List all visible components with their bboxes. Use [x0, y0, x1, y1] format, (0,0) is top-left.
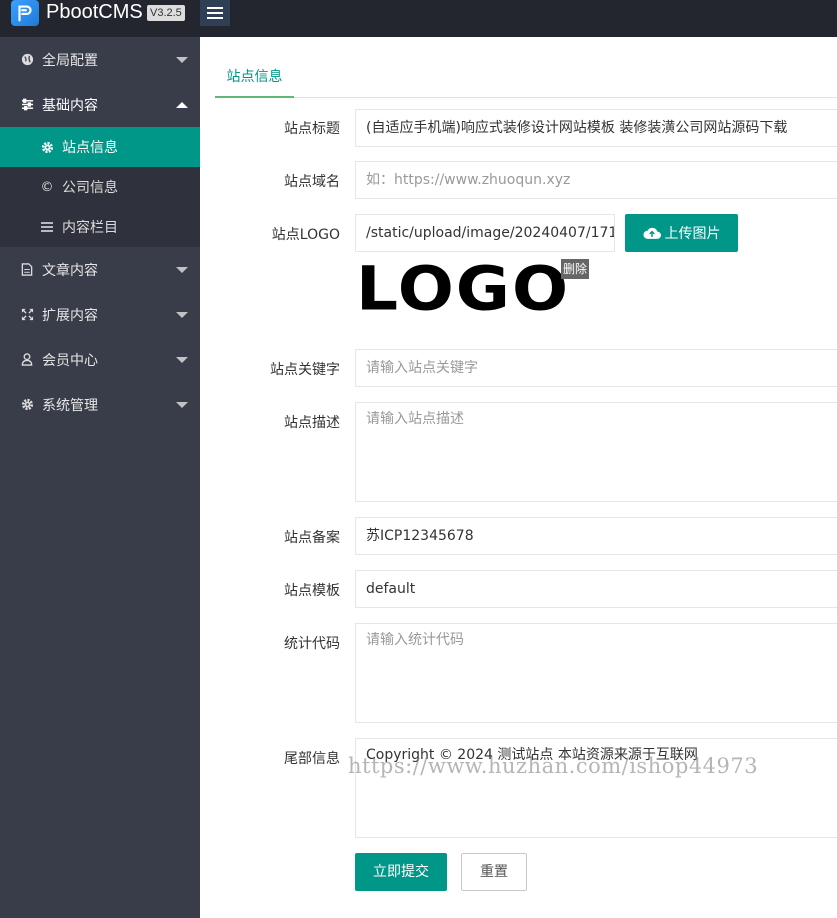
sidebar-subitem-label: 公司信息: [62, 180, 118, 196]
chevron-up-icon: [176, 101, 188, 108]
site-keywords-label: 站点关键字: [270, 362, 340, 378]
chevron-down-icon: [176, 356, 188, 363]
main-content: 站点信息 站点标题 (自适应手机端)响应式装修设计网站模板 装修装潢公司网站源码…: [200, 37, 837, 918]
sidebar-item-member-center[interactable]: 会员中心: [0, 337, 200, 382]
pbootcms-logo-icon: [11, 0, 39, 26]
site-icp-input[interactable]: 苏ICP12345678: [355, 517, 837, 555]
gear-icon: [20, 398, 34, 412]
version-badge: V3.2.5: [147, 5, 185, 21]
gear-icon: [40, 140, 54, 154]
list-icon: [40, 220, 54, 234]
site-logo-input[interactable]: /static/upload/image/20240407/1712455: [355, 214, 615, 252]
tab-site-info[interactable]: 站点信息: [215, 60, 294, 98]
cloud-upload-icon: [642, 227, 661, 239]
sidebar-item-basic-content[interactable]: 基础内容: [0, 82, 200, 127]
sidebar-subitem-label: 站点信息: [62, 140, 118, 156]
sidebar-item-extended-content[interactable]: 扩展内容: [0, 292, 200, 337]
site-logo-label: 站点LOGO: [271, 227, 340, 243]
upload-image-button[interactable]: 上传图片: [625, 214, 738, 252]
footer-info-label: 尾部信息: [284, 751, 340, 767]
site-title-input[interactable]: (自适应手机端)响应式装修设计网站模板 装修装潢公司网站源码下载: [355, 109, 837, 147]
reset-button[interactable]: 重置: [461, 853, 527, 891]
sidebar-toggle-button[interactable]: [200, 0, 230, 26]
site-icp-label: 站点备案: [284, 530, 340, 546]
copyright-icon: ©: [40, 179, 54, 195]
chevron-down-icon: [176, 266, 188, 273]
site-keywords-input[interactable]: 请输入站点关键字: [355, 349, 837, 387]
sidebar-item-label: 扩展内容: [42, 307, 98, 324]
sidebar-subitem-content-columns[interactable]: 内容栏目: [0, 207, 200, 247]
sidebar-item-label: 系统管理: [42, 397, 98, 414]
chevron-down-icon: [176, 56, 188, 63]
watermark-text: https://www.huzhan.com/ishop44973: [348, 754, 759, 778]
sidebar-item-label: 全局配置: [42, 52, 98, 69]
logo-preview-text: LOGO: [356, 253, 571, 325]
globe-icon: [20, 53, 34, 67]
sidebar-subitem-label: 内容栏目: [62, 220, 118, 236]
site-description-textarea[interactable]: 请输入站点描述: [355, 402, 837, 502]
app-name: PbootCMS: [46, 1, 143, 23]
submit-button[interactable]: 立即提交: [355, 853, 447, 891]
stats-code-textarea[interactable]: 请输入统计代码: [355, 623, 837, 723]
sidebar-item-system-management[interactable]: 系统管理: [0, 382, 200, 427]
sidebar-subitem-company-info[interactable]: © 公司信息: [0, 167, 200, 207]
logo-area: PbootCMS V3.2.5: [0, 0, 200, 37]
chevron-down-icon: [176, 311, 188, 318]
logo-preview-image: LOGO: [356, 259, 568, 325]
site-domain-input[interactable]: 如：https://www.zhuoqun.xyz: [355, 161, 837, 199]
chevron-down-icon: [176, 401, 188, 408]
submenu-basic-content: 站点信息 © 公司信息 内容栏目: [0, 127, 200, 247]
footer-info-textarea[interactable]: Copyright © 2024 测试站点 本站资源来源于互联网: [355, 738, 837, 838]
user-icon: [20, 353, 34, 367]
hamburger-icon: [207, 12, 223, 14]
site-title-label: 站点标题: [284, 121, 340, 137]
site-description-label: 站点描述: [284, 415, 340, 431]
sidebar-item-label: 会员中心: [42, 352, 98, 369]
tab-bar: 站点信息: [215, 60, 837, 98]
top-bar: PbootCMS V3.2.5: [0, 0, 837, 37]
sidebar-subitem-site-info[interactable]: 站点信息: [0, 127, 200, 167]
sidebar-item-article-content[interactable]: 文章内容: [0, 247, 200, 292]
site-domain-label: 站点域名: [284, 174, 340, 190]
site-template-label: 站点模板: [284, 583, 340, 599]
sliders-icon: [20, 98, 34, 112]
sidebar-item-label: 基础内容: [42, 97, 98, 114]
site-template-input[interactable]: default: [355, 570, 837, 608]
expand-icon: [20, 308, 34, 322]
upload-button-label: 上传图片: [664, 226, 721, 242]
document-icon: [20, 263, 34, 277]
stats-code-label: 统计代码: [284, 636, 340, 652]
sidebar-item-global-config[interactable]: 全局配置: [0, 37, 200, 82]
delete-logo-button[interactable]: 删除: [561, 259, 590, 279]
sidebar: 全局配置 基础内容 站点信息 © 公司信息 内容栏目 文章内容 扩展内容 会员中…: [0, 37, 200, 918]
sidebar-item-label: 文章内容: [42, 262, 98, 279]
